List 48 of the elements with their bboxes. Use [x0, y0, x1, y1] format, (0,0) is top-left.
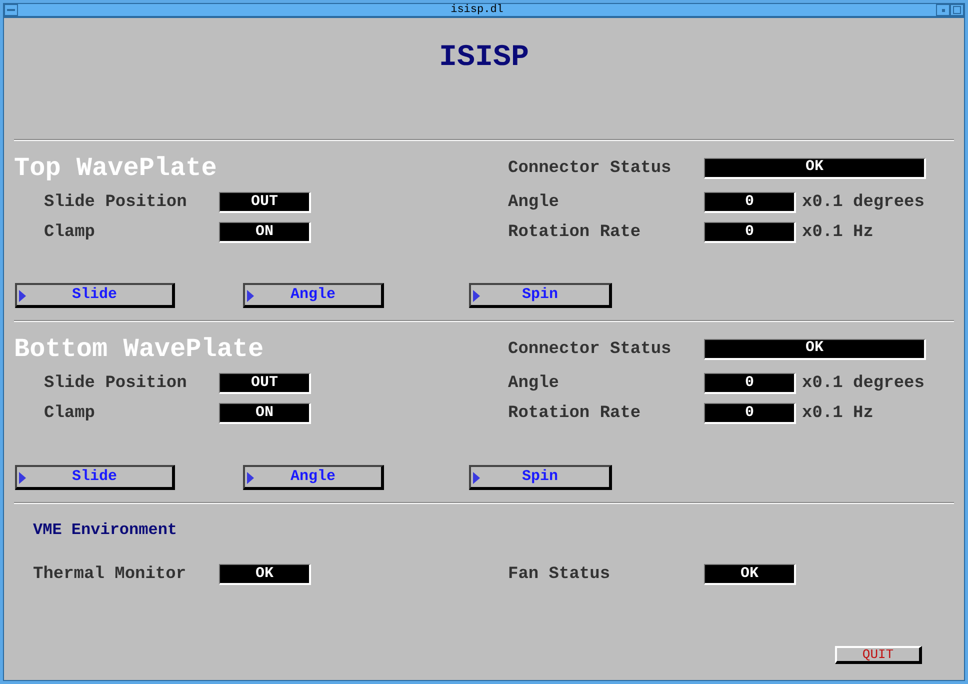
field-label: Fan Status	[508, 566, 612, 583]
triangle-icon	[19, 472, 26, 484]
field-label: Rotation Rate	[508, 224, 642, 241]
value-display: ON	[219, 403, 311, 424]
menu-button[interactable]: Angle	[243, 465, 384, 490]
unit-label: x0.1 Hz	[802, 222, 874, 244]
triangle-icon	[247, 472, 254, 484]
field-label: Clamp	[44, 405, 96, 422]
field-label: Connector Status	[508, 160, 672, 176]
unit-label: x0.1 degrees	[802, 372, 924, 395]
field-label: Slide Position	[44, 375, 188, 392]
field-label: Clamp	[44, 224, 96, 241]
triangle-icon	[473, 290, 480, 302]
menu-button[interactable]: Slide	[15, 465, 175, 490]
triangle-icon	[473, 472, 480, 484]
triangle-icon	[19, 290, 26, 302]
minimize-button[interactable]	[936, 4, 950, 16]
page-heading: ISISP	[438, 40, 530, 77]
field-label: Slide Position	[44, 194, 188, 211]
value-display: 0	[704, 192, 796, 213]
value-display: OUT	[219, 373, 311, 394]
section-title: VME Environment	[33, 520, 178, 541]
value-display: ON	[219, 222, 311, 243]
value-display: 0	[704, 222, 796, 243]
maximize-button[interactable]	[950, 4, 964, 16]
section-title: Top WavePlate	[14, 155, 218, 181]
unit-label: x0.1 Hz	[802, 402, 874, 425]
menu-button[interactable]: Slide	[15, 283, 175, 308]
value-display: OK	[704, 158, 926, 178]
value-display: 0	[704, 403, 796, 424]
value-display: OUT	[219, 192, 311, 213]
value-display: OK	[704, 564, 796, 585]
field-label: Thermal Monitor	[33, 566, 188, 583]
value-display: OK	[219, 564, 311, 585]
field-label: Angle	[508, 375, 560, 392]
menu-button[interactable]: Spin	[469, 283, 612, 308]
value-display: 0	[704, 373, 796, 394]
menu-button[interactable]: Spin	[469, 465, 612, 490]
field-label: Rotation Rate	[508, 405, 642, 422]
window-menu-button[interactable]	[4, 4, 18, 16]
value-display: OK	[704, 338, 926, 360]
field-label: Connector Status	[508, 340, 672, 358]
window-title: isisp.dl	[450, 4, 504, 16]
field-label: Angle	[508, 194, 560, 211]
unit-label: x0.1 degrees	[802, 192, 924, 214]
triangle-icon	[247, 290, 254, 302]
menu-button[interactable]: Angle	[243, 283, 384, 308]
section-title: Bottom WavePlate	[14, 336, 265, 362]
